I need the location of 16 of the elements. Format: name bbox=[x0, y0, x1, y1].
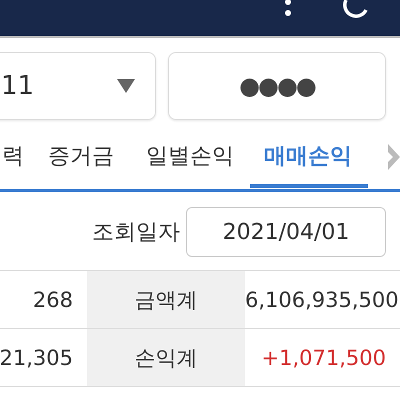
account-select[interactable]: 11 bbox=[0, 52, 156, 120]
row-header: 손익계 bbox=[87, 329, 245, 386]
tab[interactable]: 증거금 bbox=[32, 129, 130, 188]
caret-icon bbox=[117, 79, 135, 93]
table-cell-text: 6,106,935,500 bbox=[245, 286, 400, 314]
tab[interactable]: 일별손익 bbox=[130, 129, 250, 188]
tab[interactable]: 력 bbox=[0, 129, 32, 188]
password-field[interactable]: ●●●● bbox=[168, 52, 386, 120]
table-cell-text: +1,071,500 bbox=[260, 344, 387, 372]
date-field[interactable]: 2021/04/01 bbox=[186, 207, 386, 257]
table-cell-text: 268 bbox=[32, 286, 74, 314]
row-header: 금액계 bbox=[87, 271, 245, 328]
table-cell-text: 21,305 bbox=[0, 344, 74, 372]
tab[interactable]: 매매손익 bbox=[250, 129, 368, 188]
more-icon[interactable] bbox=[284, 0, 292, 18]
date-label: 조회일자 bbox=[92, 219, 180, 247]
